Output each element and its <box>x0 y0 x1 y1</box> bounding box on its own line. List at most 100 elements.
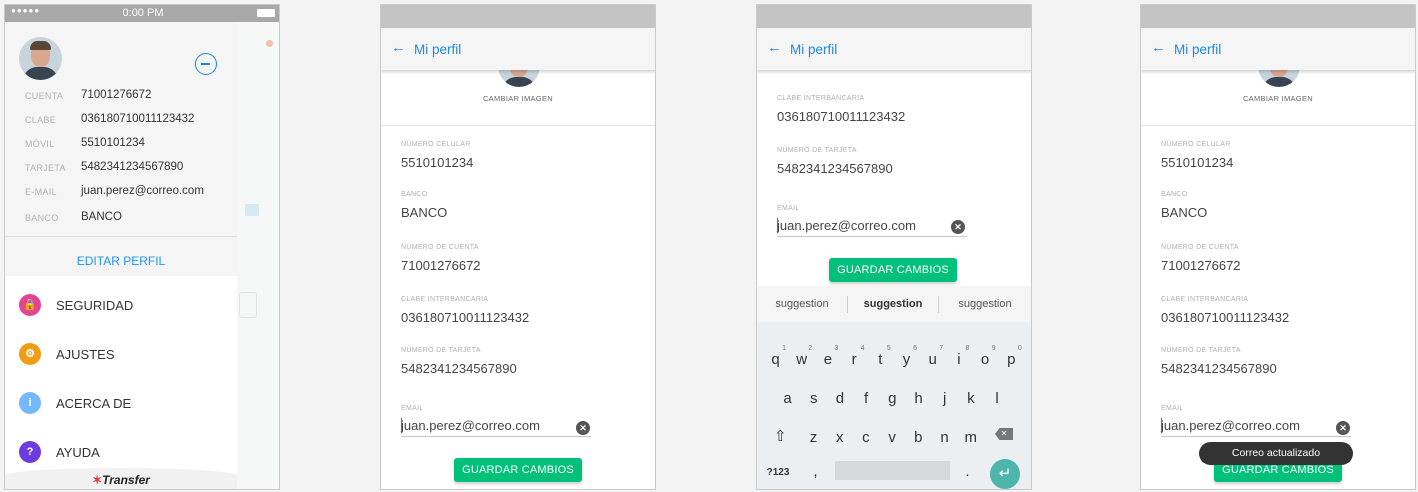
key-q[interactable]: q1 <box>763 345 788 368</box>
status-bar: ●●●●● 0:00 PM <box>5 5 279 22</box>
suggestion-item[interactable]: suggestion <box>940 286 1030 322</box>
email-field[interactable]: EMAIL juan.perez@correo.com <box>401 405 631 437</box>
field-phone[interactable]: NÚMERO CELULAR 5510101234 <box>401 141 631 170</box>
clear-icon[interactable]: ✕ <box>576 421 590 435</box>
change-image-link[interactable]: CAMBIAR IMAGEN <box>1141 94 1415 103</box>
page-title: Mi perfil <box>414 42 462 57</box>
question-icon: ? <box>19 441 41 463</box>
backspace-icon[interactable]: ✕ <box>995 428 1013 440</box>
key-w[interactable]: w2 <box>789 345 814 368</box>
page-title: Mi perfil <box>1174 42 1222 57</box>
field-bank[interactable]: BANCO BANCO <box>1161 191 1391 220</box>
field-label: NÚMERO DE CUENTA <box>1161 244 1239 251</box>
field-phone[interactable]: NÚMERO CELULAR 5510101234 <box>1161 141 1391 170</box>
field-clabe[interactable]: CLABE INTERBANCARIA 036180710011123432 <box>401 296 631 325</box>
field-label: CLABE INTERBANCARIA <box>401 296 489 303</box>
field-label: NÚMERO DE TARJETA <box>1161 347 1241 354</box>
back-arrow-icon[interactable]: ← <box>391 39 406 56</box>
key-g[interactable]: g <box>880 390 905 407</box>
back-arrow-icon[interactable]: ← <box>767 39 782 56</box>
key-n[interactable]: n <box>932 429 957 446</box>
edit-profile-link[interactable]: EDITAR PERFIL <box>5 254 237 268</box>
email-field[interactable]: EMAIL juan.perez@correo.com <box>1161 405 1391 437</box>
key-e[interactable]: e3 <box>815 345 840 368</box>
drawer-screen: ●●●●● 0:00 PM CUENTA 71001276672 CLABE 0… <box>4 4 280 490</box>
spacebar[interactable] <box>835 461 950 480</box>
profile-keyboard-screen: ← Mi perfil CLABE INTERBANCARIA 03618071… <box>756 4 1032 490</box>
suggestion-bar: suggestion suggestion suggestion <box>757 286 1031 322</box>
menu-item-settings[interactable]: ⚙ AJUSTES <box>19 343 229 365</box>
key-l[interactable]: l <box>985 390 1010 407</box>
shift-icon[interactable]: ⇧ <box>774 427 787 445</box>
star-icon: ✶ <box>92 473 103 487</box>
field-account[interactable]: NÚMERO DE CUENTA 71001276672 <box>401 244 631 273</box>
clear-icon[interactable]: ✕ <box>951 220 965 234</box>
comma-key[interactable]: , <box>803 463 828 480</box>
suggestion-item[interactable]: suggestion <box>848 286 938 322</box>
email-field[interactable]: EMAIL juan.perez@correo.com <box>777 205 1007 237</box>
key-a[interactable]: a <box>775 390 800 407</box>
field-card[interactable]: NÚMERO DE TARJETA 5482341234567890 <box>1161 347 1391 376</box>
email-input[interactable]: juan.perez@correo.com <box>777 217 967 237</box>
key-s[interactable]: s <box>801 390 826 407</box>
suggestion-item[interactable]: suggestion <box>757 286 847 322</box>
save-button[interactable]: GUARDAR CAMBIOS <box>454 458 582 482</box>
key-number: 9 <box>991 345 996 352</box>
info-label: TARJETA <box>25 163 66 173</box>
change-image-link[interactable]: CAMBIAR IMAGEN <box>381 94 655 103</box>
back-arrow-icon[interactable]: ← <box>1151 39 1166 56</box>
background-element <box>245 204 259 216</box>
key-k[interactable]: k <box>958 390 983 407</box>
clear-icon[interactable]: ✕ <box>1336 421 1350 435</box>
collapse-button[interactable] <box>195 53 217 75</box>
key-f[interactable]: f <box>854 390 879 407</box>
key-r[interactable]: r4 <box>842 345 867 368</box>
menu-item-security[interactable]: 🔒 SEGURIDAD <box>19 294 229 316</box>
enter-icon[interactable]: ↵ <box>990 459 1020 489</box>
field-card[interactable]: NÚMERO DE TARJETA 5482341234567890 <box>777 147 1007 176</box>
field-value: 71001276672 <box>1161 258 1241 273</box>
info-row-email: E-MAIL juan.perez@correo.com <box>25 185 235 201</box>
key-b[interactable]: b <box>906 429 931 446</box>
key-j[interactable]: j <box>932 390 957 407</box>
key-y[interactable]: y6 <box>894 345 919 368</box>
key-letter: e <box>823 351 833 368</box>
profile-screen: ← Mi perfil CAMBIAR IMAGEN NÚMERO CELULA… <box>380 4 656 490</box>
key-i[interactable]: i8 <box>946 345 971 368</box>
key-c[interactable]: c <box>853 429 878 446</box>
key-number: 1 <box>782 345 786 352</box>
save-button[interactable]: GUARDAR CAMBIOS <box>829 258 957 282</box>
field-bank[interactable]: BANCO BANCO <box>401 191 631 220</box>
key-o[interactable]: o9 <box>973 345 998 368</box>
key-m[interactable]: m <box>958 429 983 446</box>
field-clabe[interactable]: CLABE INTERBANCARIA 036180710011123432 <box>777 95 1007 124</box>
key-h[interactable]: h <box>906 390 931 407</box>
info-icon: i <box>19 392 41 414</box>
brand-logo: ✶Transfer <box>5 468 237 489</box>
avatar[interactable] <box>19 37 62 80</box>
key-x[interactable]: x <box>827 429 852 446</box>
email-input[interactable]: juan.perez@correo.com <box>401 417 591 437</box>
info-label: MÓVIL <box>25 139 55 149</box>
key-d[interactable]: d <box>827 390 852 407</box>
key-v[interactable]: v <box>880 429 905 446</box>
field-card[interactable]: NÚMERO DE TARJETA 5482341234567890 <box>401 347 631 376</box>
symbols-key[interactable]: ?123 <box>763 467 793 478</box>
key-z[interactable]: z <box>801 429 826 446</box>
field-clabe[interactable]: CLABE INTERBANCARIA 036180710011123432 <box>1161 296 1391 325</box>
status-bar <box>1141 5 1415 28</box>
app-bar: ← Mi perfil <box>757 28 1031 70</box>
key-letter: u <box>928 351 937 368</box>
field-account[interactable]: NÚMERO DE CUENTA 71001276672 <box>1161 244 1391 273</box>
key-t[interactable]: t5 <box>868 345 893 368</box>
key-number: 8 <box>965 345 970 352</box>
period-key[interactable]: . <box>955 463 980 480</box>
menu-item-about[interactable]: i ACERCA DE <box>19 392 229 414</box>
info-row-bank: BANCO BANCO <box>25 211 235 227</box>
email-input[interactable]: juan.perez@correo.com <box>1161 417 1351 437</box>
key-u[interactable]: u7 <box>920 345 945 368</box>
menu-item-label: AYUDA <box>56 445 100 460</box>
key-p[interactable]: p0 <box>999 345 1024 368</box>
gear-icon: ⚙ <box>19 343 41 365</box>
menu-item-help[interactable]: ? AYUDA <box>19 441 229 463</box>
